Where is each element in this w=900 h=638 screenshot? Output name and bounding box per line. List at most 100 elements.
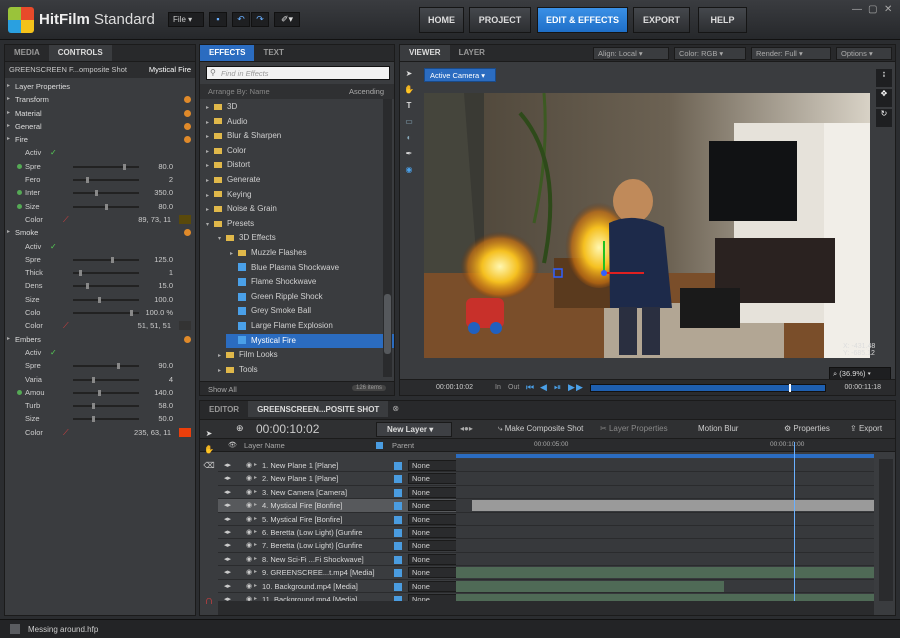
layer-name[interactable]: 6. Beretta (Low Light) [Gunfire (262, 526, 362, 539)
layer-row[interactable]: ◉ ◂▸ ▸ 5. Mystical Fire [Bonfire] None▾ (218, 513, 456, 526)
playhead[interactable] (789, 384, 791, 392)
minimize-icon[interactable]: — (852, 4, 862, 15)
expand-arrow-icon[interactable]: ▸ (7, 80, 10, 93)
expand-arrow-icon[interactable]: ▸ (206, 203, 214, 217)
control-value[interactable]: 1 (169, 266, 173, 279)
color-picker-icon[interactable]: ⟋ (63, 426, 69, 439)
timeline-track[interactable] (456, 553, 874, 567)
expand-arrow-icon[interactable]: ▸ (218, 364, 226, 378)
effect-item[interactable]: Green Ripple Shock (200, 290, 394, 305)
control-value[interactable]: 2 (169, 173, 173, 186)
control-value[interactable]: 350.0 (154, 186, 173, 199)
hand-tool-icon[interactable]: ✋ (401, 85, 417, 101)
reset-icon[interactable] (184, 229, 191, 237)
color-swatch[interactable] (179, 321, 191, 331)
text-tool-icon[interactable]: T (401, 101, 417, 117)
parent-select[interactable]: None▾ (408, 526, 456, 538)
value-slider[interactable] (73, 296, 139, 303)
control-property[interactable]: Size 50.0 (5, 412, 195, 425)
nav-project[interactable]: PROJECT (469, 7, 531, 33)
control-property[interactable]: Size 80.0 (5, 200, 195, 213)
tab-effects[interactable]: EFFECTS (200, 45, 255, 61)
layer-row[interactable]: ◉ ◂▸ ▸ 1. New Plane 1 [Plane] None▾ (218, 459, 456, 473)
parent-select[interactable]: None▾ (408, 553, 456, 565)
control-value[interactable]: 80.0 (158, 200, 173, 213)
solo-toggle-icon[interactable]: ◂▸ (224, 499, 231, 512)
slider-handle[interactable] (95, 190, 99, 197)
expand-arrow-icon[interactable]: ▸ (206, 116, 214, 130)
arrange-select[interactable]: Arrange By: Name (208, 87, 270, 96)
control-value[interactable]: 140.0 (154, 386, 173, 399)
control-value[interactable]: 51, 51, 51 (138, 319, 171, 332)
expand-arrow-icon[interactable]: ▸ (254, 566, 257, 579)
control-property[interactable]: Dens 15.0 (5, 279, 195, 292)
slider-handle[interactable] (91, 416, 95, 423)
expand-arrow-icon[interactable]: ▸ (230, 247, 238, 261)
reset-icon[interactable] (184, 335, 191, 343)
visibility-toggle-icon[interactable]: ◉ (246, 580, 252, 593)
slider-handle[interactable] (91, 376, 95, 383)
slider-handle[interactable] (129, 310, 133, 317)
solo-toggle-icon[interactable]: ◂▸ (224, 593, 231, 601)
layer-name[interactable]: 11. Background.mp4 [Media] (262, 593, 357, 601)
visibility-toggle-icon[interactable]: ◉ (246, 499, 252, 512)
solo-toggle-icon[interactable]: ◂▸ (224, 553, 231, 566)
solo-toggle-icon[interactable]: ◂▸ (224, 472, 231, 485)
control-value[interactable]: 4 (169, 373, 173, 386)
slider-handle[interactable] (85, 177, 89, 184)
control-value[interactable]: 100.0 % (145, 306, 173, 319)
keyframe-dot-icon[interactable] (17, 203, 22, 209)
reset-icon[interactable] (184, 122, 191, 130)
step-forward-icon[interactable]: ▶ (568, 382, 575, 393)
active-camera-select[interactable]: Active Camera ▾ (424, 68, 496, 82)
timeline-nav-icon[interactable]: ◂●▸ (460, 424, 473, 433)
slider-handle[interactable] (110, 256, 114, 263)
control-property[interactable]: Amou 140.0 (5, 386, 195, 399)
timeline-track[interactable] (456, 513, 874, 526)
value-slider[interactable] (73, 283, 139, 290)
3d-layer-icon[interactable] (394, 475, 402, 484)
visibility-toggle-icon[interactable]: ◉ (246, 593, 252, 601)
effect-folder[interactable]: ▸ Muzzle Flashes (200, 246, 394, 261)
timeline-timecode[interactable]: 00:00:10:02 (256, 422, 319, 436)
nav-edit-effects[interactable]: EDIT & EFFECTS (537, 7, 628, 33)
layer-name[interactable]: 8. New Sci-Fi ...Fi Shockwave] (262, 553, 364, 566)
tab-editor[interactable]: EDITOR (200, 401, 248, 417)
effect-folder[interactable]: ▸ 3D (200, 100, 394, 115)
keyframe-dot-icon[interactable] (17, 389, 22, 395)
control-value[interactable]: 235, 63, 11 (134, 426, 171, 439)
redo-icon[interactable]: ↷ (251, 12, 269, 27)
expand-arrow-icon[interactable]: ▸ (206, 159, 214, 173)
expand-arrow-icon[interactable]: ▸ (7, 93, 10, 106)
effect-item[interactable]: Blue Plasma Shockwave (200, 261, 394, 276)
effect-folder[interactable]: ▸ Generate (200, 173, 394, 188)
solo-toggle-icon[interactable]: ◂▸ (224, 459, 231, 472)
slider-handle[interactable] (91, 403, 95, 410)
layer-row[interactable]: ◉ ◂▸ ▸ 7. Beretta (Low Light) [Gunfire None▾ (218, 539, 456, 553)
layer-name[interactable]: 9. GREENSCREE...t.mp4 [Media] (262, 566, 375, 579)
expand-arrow-icon[interactable]: ▸ (254, 499, 257, 512)
layer-row[interactable]: ◉ ◂▸ ▸ 8. New Sci-Fi ...Fi Shockwave] None▾ (218, 553, 456, 567)
value-slider[interactable] (73, 363, 139, 370)
layer-name[interactable]: 4. Mystical Fire [Bonfire] (262, 499, 342, 512)
value-slider[interactable] (73, 256, 139, 263)
pen-tool-icon[interactable]: ✒ (401, 149, 417, 165)
export-button[interactable]: ⇪ Export (850, 424, 882, 433)
slider-handle[interactable] (123, 163, 127, 170)
solo-toggle-icon[interactable]: ◂▸ (224, 486, 231, 499)
control-property[interactable]: Size 100.0 (5, 293, 195, 306)
control-property[interactable]: Varia 4 (5, 373, 195, 386)
control-property[interactable]: Colo 100.0 % (5, 306, 195, 319)
control-group[interactable]: ▸ Smoke (5, 226, 195, 239)
expand-arrow-icon[interactable]: ▸ (254, 486, 257, 499)
align-select[interactable]: Align: Local ▾ (593, 47, 669, 60)
viewer-canvas[interactable] (424, 93, 870, 358)
parent-select[interactable]: None▾ (408, 460, 456, 471)
expand-arrow-icon[interactable]: ▸ (206, 174, 214, 188)
layer-clip-bar[interactable] (456, 567, 874, 579)
snap-magnet-icon[interactable]: ∩ (200, 593, 218, 615)
reset-icon[interactable] (184, 96, 191, 104)
motion-blur-button[interactable]: Motion Blur (698, 424, 738, 433)
slider-handle[interactable] (79, 270, 83, 277)
slider-handle[interactable] (117, 363, 121, 370)
